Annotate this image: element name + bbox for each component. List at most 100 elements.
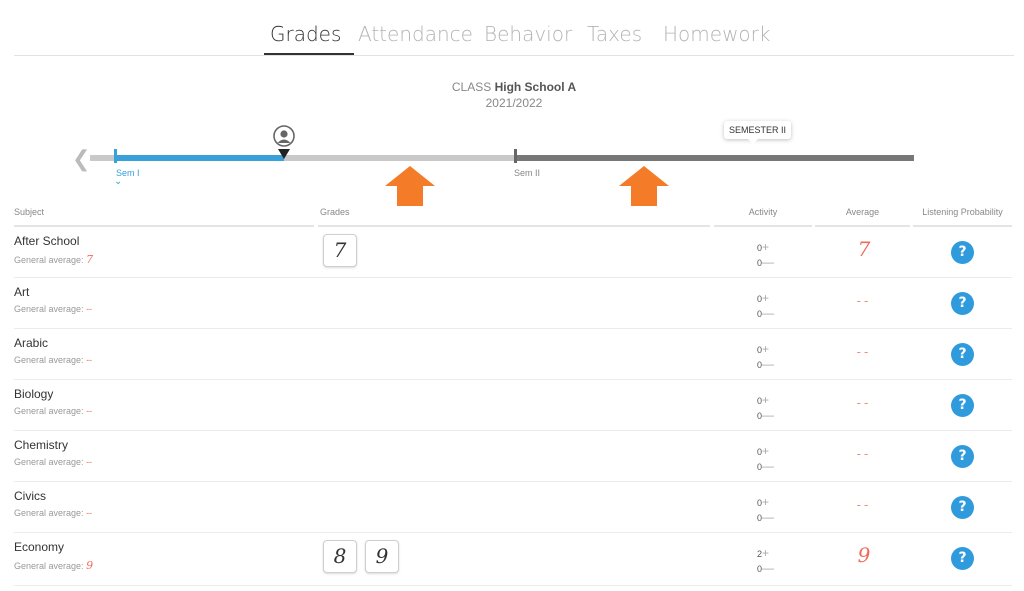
general-average-value: -- [86,457,93,467]
plus-icon[interactable]: + [762,444,769,458]
minus-icon[interactable]: — [762,510,774,524]
tab-behavior[interactable]: Behavior [484,22,572,46]
general-average: General average: -- [14,457,92,467]
tab-attendance[interactable]: Attendance [358,22,473,46]
header-listening: Listening Probability [913,207,1012,227]
average-value: -- [856,446,872,461]
tab-bar: Grades Attendance Behavior Taxes Homewor… [14,0,1014,56]
plus-icon[interactable]: + [762,240,769,254]
average-value: -- [856,344,872,359]
active-tab-indicator [264,53,354,55]
subject-name[interactable]: Chemistry [14,438,68,452]
help-circle-icon[interactable]: ? [951,241,974,264]
table-row: Civics General average: -- 0+ 0— -- ? [14,482,1012,533]
general-average: General average: -- [14,508,92,518]
activity-counter: 0+ 0— [757,444,797,474]
minus-icon[interactable]: — [762,408,774,422]
header-listening-label: Listening Probability [922,207,1003,217]
general-average-label: General average: [14,406,84,416]
subject-name[interactable]: Civics [14,489,46,503]
subject-name[interactable]: Biology [14,387,53,401]
activity-counter: 2+ 0— [757,546,797,576]
sem2-label[interactable]: Sem II [514,168,540,178]
general-average-value: -- [86,508,93,518]
grade-card[interactable]: 8 [323,540,357,573]
average-value: 9 [857,543,871,567]
help-circle-icon[interactable]: ? [951,394,974,417]
minus-icon[interactable]: — [762,357,774,371]
general-average: General average: -- [14,355,92,365]
sem2-tick [514,149,517,163]
sem1-tick [114,149,117,163]
subject-name[interactable]: Economy [14,540,64,554]
average-value: -- [856,293,872,308]
semester-timeline: ❮ Sem I ⌄ Sem II SEMESTER II [0,120,1024,210]
general-average-value: -- [86,406,93,416]
plus-icon[interactable]: + [762,291,769,305]
table-row: Chemistry General average: -- 0+ 0— -- ? [14,431,1012,482]
minus-icon[interactable]: — [762,561,774,575]
help-circle-icon[interactable]: ? [951,292,974,315]
header-subject: Subject [14,207,314,227]
subject-name[interactable]: After School [14,234,79,248]
general-average-label: General average: [14,355,84,365]
plus-icon[interactable]: + [762,546,769,560]
subject-name[interactable]: Arabic [14,336,48,350]
plus-icon[interactable]: + [762,495,769,509]
plus-icon[interactable]: + [762,342,769,356]
user-pin-icon[interactable] [273,125,295,163]
activity-counter: 0+ 0— [757,393,797,423]
school-year: 2021/2022 [485,96,543,110]
average-value: -- [856,395,872,410]
general-average: General average: -- [14,304,92,314]
semester-tooltip: SEMESTER II [724,121,792,144]
general-average-value: -- [86,304,93,314]
tab-taxes[interactable]: Taxes [587,22,642,46]
table-row: Economy General average: 9 8 9 2+ 0— 9 ? [14,533,1012,586]
help-circle-icon[interactable]: ? [951,343,974,366]
general-average-value: 9 [86,559,94,572]
help-circle-icon[interactable]: ? [951,445,974,468]
minus-icon[interactable]: — [762,459,774,473]
arrow-up-icon [619,166,669,206]
general-average-label: General average: [14,457,84,467]
general-average-value: 7 [86,253,94,266]
activity-counter: 0+ 0— [757,291,797,321]
general-average: General average: 7 [14,253,93,266]
chevron-down-icon[interactable]: ⌄ [114,176,122,187]
general-average-label: General average: [14,255,84,265]
general-average: General average: -- [14,406,92,416]
general-average: General average: 9 [14,559,93,572]
general-average-label: General average: [14,304,84,314]
minus-icon[interactable]: — [762,255,774,269]
general-average-label: General average: [14,508,84,518]
help-circle-icon[interactable]: ? [951,496,974,519]
minus-icon[interactable]: — [762,306,774,320]
activity-counter: 0+ 0— [757,240,797,270]
arrow-up-icon [385,166,435,206]
activity-counter: 0+ 0— [757,495,797,525]
general-average-label: General average: [14,561,84,571]
header-subject-label: Subject [14,207,45,217]
tab-homework[interactable]: Homework [663,22,770,46]
header-activity: Activity [714,207,812,227]
plus-icon[interactable]: + [762,393,769,407]
header-grades-label: Grades [320,207,350,217]
average-value: -- [856,497,872,512]
activity-counter: 0+ 0— [757,342,797,372]
timeline-sem2-track[interactable] [516,155,914,161]
grade-card[interactable]: 7 [323,234,357,267]
tab-grades[interactable]: Grades [270,22,341,46]
class-name: High School A [494,80,577,94]
header-average: Average [815,207,910,227]
table-row: Biology General average: -- 0+ 0— -- ? [14,380,1012,431]
chevron-left-icon[interactable]: ❮ [72,146,90,172]
header-activity-label: Activity [748,207,778,217]
class-prefix: CLASS [451,80,492,94]
help-circle-icon[interactable]: ? [951,547,974,570]
table-row: Arabic General average: -- 0+ 0— -- ? [14,329,1012,380]
general-average-value: -- [86,355,93,365]
average-value: 7 [857,237,871,261]
grade-card[interactable]: 9 [365,540,399,573]
subject-name[interactable]: Art [14,285,29,299]
